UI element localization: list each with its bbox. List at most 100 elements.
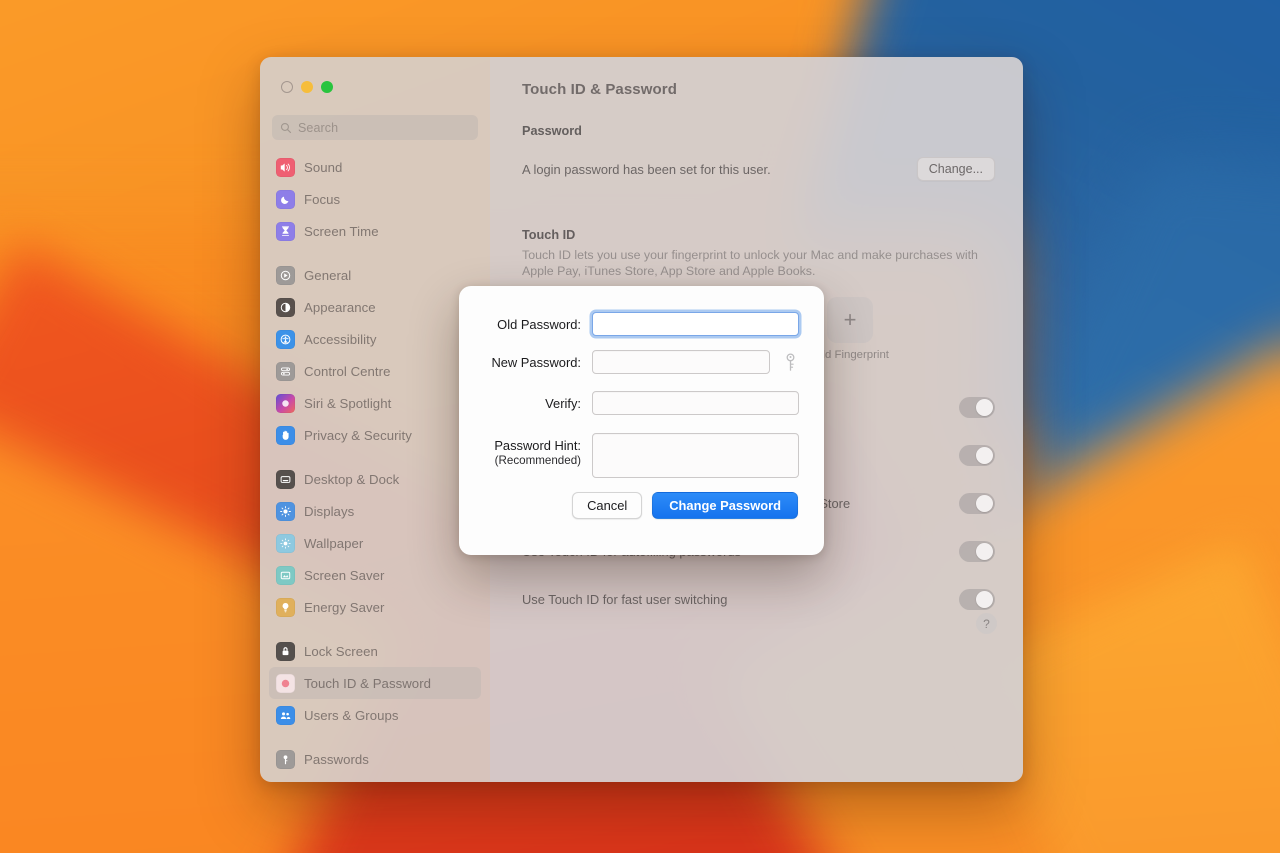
control-centre-icon — [276, 362, 295, 381]
zoom-button[interactable] — [321, 81, 333, 93]
touch-id-section-heading: Touch ID — [522, 228, 995, 242]
new-password-input[interactable] — [592, 350, 770, 374]
sidebar-item-label: Energy Saver — [304, 600, 385, 615]
sidebar-item-desktop-dock[interactable]: Desktop & Dock — [269, 463, 481, 495]
sidebar-item-displays[interactable]: Displays — [269, 495, 481, 527]
sidebar-item-label: Sound — [304, 160, 342, 175]
old-password-input[interactable] — [592, 312, 799, 336]
sidebar-item-appearance[interactable]: Appearance — [269, 291, 481, 323]
sidebar-item-privacy-security[interactable]: Privacy & Security — [269, 419, 481, 451]
sidebar-item-label: Displays — [304, 504, 354, 519]
change-password-button[interactable]: Change... — [917, 157, 995, 181]
sidebar-item-lock-screen[interactable]: Lock Screen — [269, 635, 481, 667]
toggle-knob — [976, 591, 993, 608]
sidebar-item-screen-time[interactable]: Screen Time — [269, 215, 481, 247]
change-password-submit-button[interactable]: Change Password — [652, 492, 798, 519]
sidebar: Search Sound Focus — [260, 57, 490, 782]
appearance-contrast-icon — [276, 298, 295, 317]
password-status-text: A login password has been set for this u… — [522, 162, 771, 177]
sidebar-item-label: Appearance — [304, 300, 376, 315]
passwords-key-icon — [276, 750, 295, 769]
general-gear-icon — [276, 266, 295, 285]
touch-id-option-row[interactable]: Use Touch ID for fast user switching — [522, 575, 995, 623]
sidebar-item-accessibility[interactable]: Accessibility — [269, 323, 481, 355]
sidebar-nav: Sound Focus Screen Time — [260, 148, 490, 775]
desktop-dock-icon — [276, 470, 295, 489]
search-field[interactable]: Search — [272, 115, 478, 140]
screen-saver-icon — [276, 566, 295, 585]
sidebar-item-users-groups[interactable]: Users & Groups — [269, 699, 481, 731]
search-placeholder: Search — [298, 121, 338, 135]
sidebar-group-3: Desktop & Dock Displays Wallpaper — [269, 463, 481, 623]
toggle-unlock-mac[interactable] — [959, 397, 995, 418]
sidebar-item-label: General — [304, 268, 351, 283]
toggle-knob — [976, 543, 993, 560]
sidebar-item-label: Siri & Spotlight — [304, 396, 391, 411]
add-fingerprint-control[interactable]: + Add Fingerprint — [814, 297, 886, 361]
sidebar-group-5: Passwords — [269, 743, 481, 775]
verify-input[interactable] — [592, 391, 799, 415]
sidebar-item-label: Users & Groups — [304, 708, 399, 723]
sidebar-item-wallpaper[interactable]: Wallpaper — [269, 527, 481, 559]
toggle-autofill-passwords[interactable] — [959, 541, 995, 562]
verify-row: Verify: — [484, 391, 799, 415]
old-password-row: Old Password: — [484, 312, 799, 336]
lock-screen-icon — [276, 642, 295, 661]
toggle-fast-user-switching[interactable] — [959, 589, 995, 610]
password-hint-label-main: Password Hint: — [494, 438, 581, 453]
cancel-button[interactable]: Cancel — [572, 492, 642, 519]
sidebar-item-label: Control Centre — [304, 364, 390, 379]
privacy-hand-icon — [276, 426, 295, 445]
old-password-label: Old Password: — [484, 312, 592, 332]
password-hint-input[interactable] — [592, 433, 799, 478]
help-button[interactable]: ? — [976, 613, 997, 634]
displays-icon — [276, 502, 295, 521]
toggle-knob — [976, 447, 993, 464]
sidebar-item-label: Touch ID & Password — [304, 676, 431, 691]
minimize-button[interactable] — [301, 81, 313, 93]
password-hint-label-sub: (Recommended) — [484, 453, 581, 468]
accessibility-icon — [276, 330, 295, 349]
window-controls — [260, 57, 490, 93]
sidebar-item-energy-saver[interactable]: Energy Saver — [269, 591, 481, 623]
focus-moon-icon — [276, 190, 295, 209]
sidebar-item-label: Desktop & Dock — [304, 472, 399, 487]
sidebar-group-2: General Appearance Accessibility — [269, 259, 481, 451]
touch-id-icon — [276, 674, 295, 693]
sidebar-item-general[interactable]: General — [269, 259, 481, 291]
sidebar-group-1: Sound Focus Screen Time — [269, 151, 481, 247]
new-password-label: New Password: — [484, 350, 592, 370]
sidebar-item-label: Focus — [304, 192, 340, 207]
sidebar-item-label: Passwords — [304, 752, 369, 767]
new-password-row: New Password: — [484, 350, 799, 374]
password-status-row: A login password has been set for this u… — [522, 154, 995, 184]
password-section-heading: Password — [522, 124, 995, 138]
sidebar-item-focus[interactable]: Focus — [269, 183, 481, 215]
sidebar-item-label: Screen Time — [304, 224, 379, 239]
toggle-apple-pay[interactable] — [959, 445, 995, 466]
energy-saver-bulb-icon — [276, 598, 295, 617]
close-button[interactable] — [281, 81, 293, 93]
toggle-knob — [976, 495, 993, 512]
plus-icon: + — [827, 297, 873, 343]
sidebar-item-label: Privacy & Security — [304, 428, 412, 443]
sidebar-item-passwords[interactable]: Passwords — [269, 743, 481, 775]
sidebar-item-label: Screen Saver — [304, 568, 385, 583]
sound-icon — [276, 158, 295, 177]
key-icon[interactable] — [782, 352, 799, 374]
change-password-dialog: Old Password: New Password: Verify: Pass… — [459, 286, 824, 555]
sidebar-item-control-centre[interactable]: Control Centre — [269, 355, 481, 387]
sidebar-item-label: Lock Screen — [304, 644, 378, 659]
toggle-knob — [976, 399, 993, 416]
toggle-itunes-app-store[interactable] — [959, 493, 995, 514]
search-icon — [280, 122, 292, 134]
option-label: Use Touch ID for fast user switching — [522, 592, 727, 607]
sidebar-item-touch-id-password[interactable]: Touch ID & Password — [269, 667, 481, 699]
sidebar-item-siri-spotlight[interactable]: Siri & Spotlight — [269, 387, 481, 419]
sidebar-item-screen-saver[interactable]: Screen Saver — [269, 559, 481, 591]
sidebar-item-label: Accessibility — [304, 332, 376, 347]
dialog-actions: Cancel Change Password — [484, 492, 799, 519]
verify-label: Verify: — [484, 391, 592, 411]
touch-id-description: Touch ID lets you use your fingerprint t… — [522, 247, 992, 279]
sidebar-item-sound[interactable]: Sound — [269, 151, 481, 183]
